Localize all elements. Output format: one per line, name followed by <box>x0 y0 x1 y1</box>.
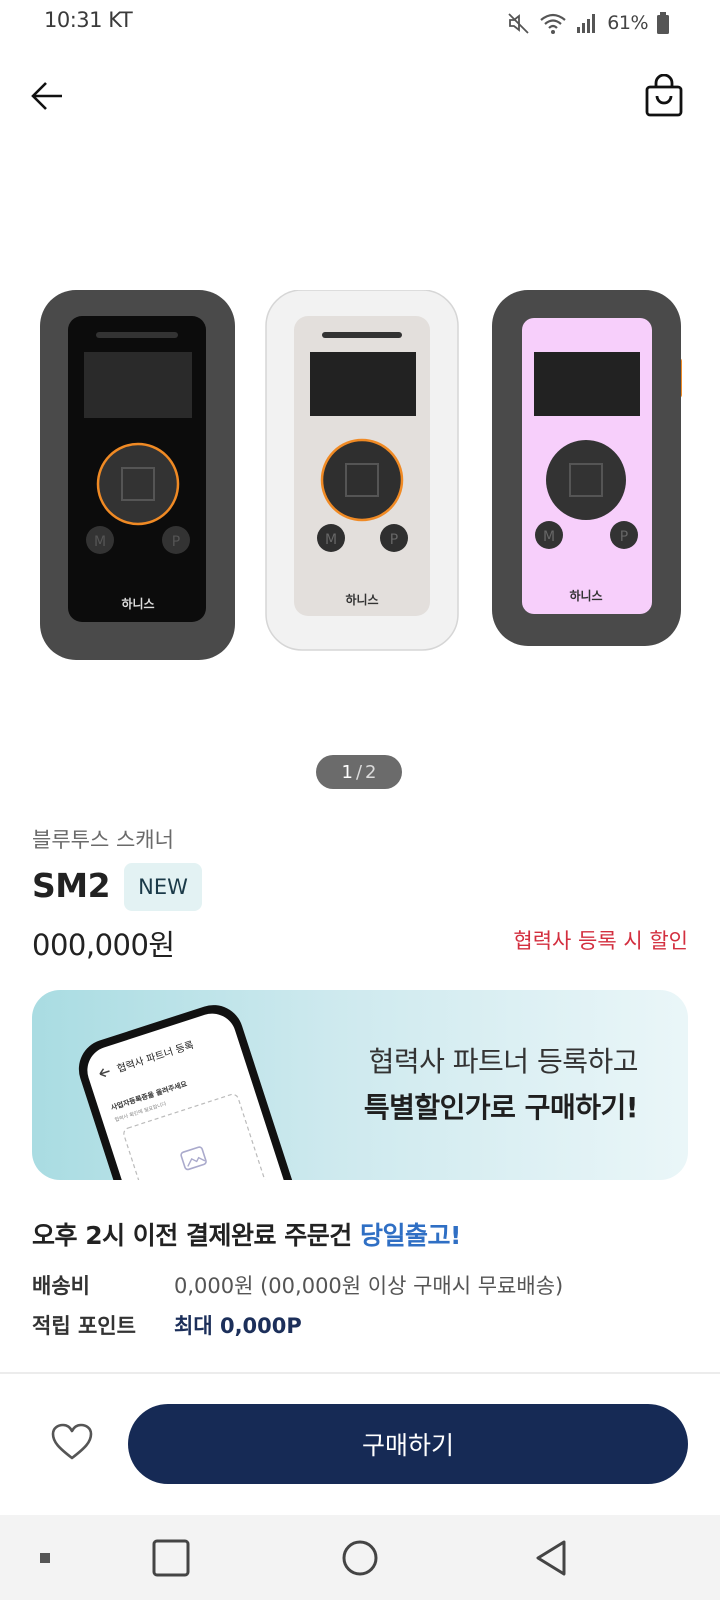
wishlist-button[interactable] <box>48 1418 96 1466</box>
shipping-note-prefix: 오후 2시 이전 결제완료 주문건 <box>32 1221 352 1250</box>
shipping-fee-label: 배송비 <box>32 1274 90 1298</box>
device-logo: 하니스 <box>121 596 154 611</box>
device-button-p: P <box>172 534 180 550</box>
points-value: 최대 0,000P <box>174 1314 302 1338</box>
device-button-p: P <box>620 529 628 545</box>
pager-total: 2 <box>365 761 377 783</box>
nav-menu-button[interactable] <box>20 1533 70 1583</box>
product-name: SM2 <box>32 866 111 905</box>
cart-button[interactable] <box>640 72 688 120</box>
shipping-fee-value: 0,000원 (00,000원 이상 구매시 무료배송) <box>174 1274 564 1298</box>
points-label: 적립 포인트 <box>32 1314 136 1338</box>
product-image: M P 하니스 M P 하니스 M P 하니스 <box>40 290 682 660</box>
device-pink-image: M P 하니스 <box>492 290 682 646</box>
pager-current: 1 <box>341 761 353 783</box>
nav-recents-button[interactable] <box>146 1533 196 1583</box>
device-button-m: M <box>325 532 337 548</box>
gallery-pager: 1 / 2 <box>316 755 402 789</box>
battery-percent: 61% <box>607 12 648 34</box>
device-logo: 하니스 <box>345 592 378 607</box>
banner-text: 협력사 파트너 등록하고 특별할인가로 구매하기! <box>363 1040 639 1126</box>
arrow-left-icon <box>31 82 62 110</box>
nav-back-button[interactable] <box>527 1533 577 1583</box>
back-triangle-icon <box>536 1540 566 1576</box>
status-bar: 10:31 KT 61% <box>0 0 720 46</box>
device-logo: 하니스 <box>569 588 602 603</box>
divider <box>0 1372 720 1374</box>
system-nav-bar <box>0 1515 720 1600</box>
product-gallery[interactable]: M P 하니스 M P 하니스 M P 하니스 1 / 2 <box>0 150 720 800</box>
product-price: 000,000원 <box>32 928 175 962</box>
mute-icon <box>508 13 529 34</box>
back-button[interactable] <box>24 74 72 118</box>
device-button-m: M <box>94 534 106 550</box>
new-badge: NEW <box>124 863 202 911</box>
signal-icon <box>577 14 596 33</box>
square-dot-icon <box>40 1553 50 1563</box>
status-time: 10:31 KT <box>44 8 133 32</box>
status-icons: 61% <box>507 9 670 37</box>
nav-home-button[interactable] <box>335 1533 385 1583</box>
points-row: 적립 포인트 최대 0,000P <box>32 1310 302 1340</box>
shipping-fee-row: 배송비 0,000원 (00,000원 이상 구매시 무료배송) <box>32 1270 563 1300</box>
phone-illustration: 협력사 파트너 등록 사업자등록증을 올려주세요 협력사 확인에 필요합니다 <box>78 1005 306 1180</box>
battery-icon <box>657 12 669 34</box>
banner-line1: 협력사 파트너 등록하고 <box>368 1045 639 1078</box>
partner-discount-text: 협력사 등록 시 할인 <box>513 929 688 953</box>
heart-icon <box>51 1423 93 1460</box>
wifi-icon <box>540 13 566 34</box>
same-day-shipping-note: 오후 2시 이전 결제완료 주문건 당일출고! <box>32 1216 461 1252</box>
device-button-m: M <box>543 529 555 545</box>
shipping-note-highlight: 당일출고! <box>359 1221 461 1250</box>
home-circle-icon <box>342 1540 378 1576</box>
device-white-image: M P 하니스 <box>265 290 459 651</box>
banner-line2: 특별할인가로 구매하기! <box>363 1091 639 1124</box>
pager-separator: / <box>355 761 363 783</box>
recents-icon <box>152 1539 190 1577</box>
device-button-p: P <box>390 532 398 548</box>
buy-button[interactable]: 구매하기 <box>128 1404 688 1484</box>
partner-banner[interactable]: 협력사 파트너 등록 사업자등록증을 올려주세요 협력사 확인에 필요합니다 협… <box>32 990 688 1180</box>
shopping-bag-icon <box>645 74 683 117</box>
device-dark-image: M P 하니스 <box>40 290 235 660</box>
product-category: 블루투스 스캐너 <box>32 828 174 852</box>
app-bar <box>0 60 720 132</box>
